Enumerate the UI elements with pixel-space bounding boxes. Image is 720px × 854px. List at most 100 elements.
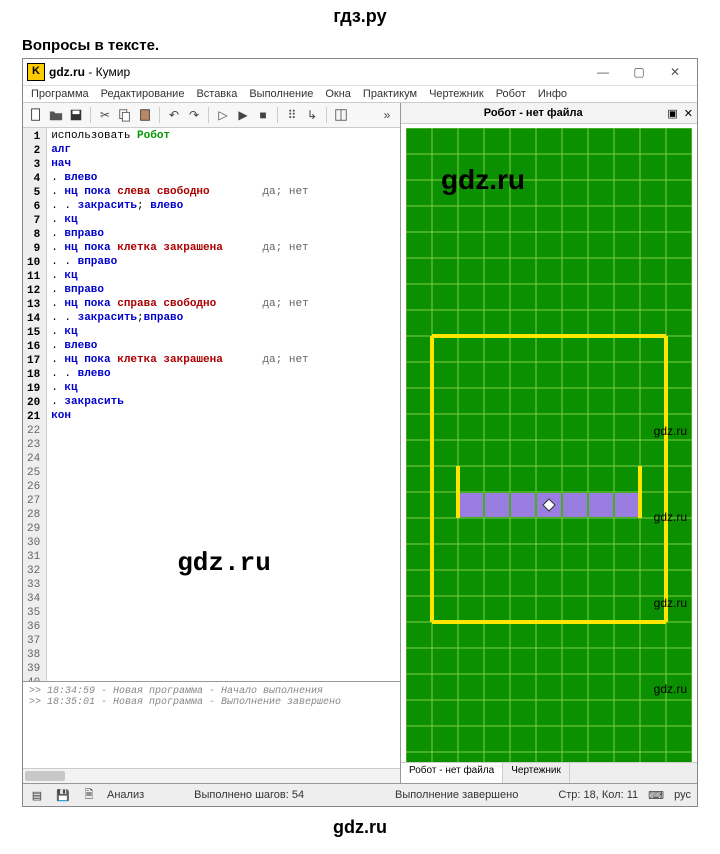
code-line[interactable]: . кц bbox=[51, 214, 396, 228]
redo-icon[interactable]: ↷ bbox=[185, 106, 203, 124]
line-number: 1 bbox=[27, 130, 40, 144]
statusbar: ▤ 💾 🗎 Анализ Выполнено шагов: 54 Выполне… bbox=[23, 783, 697, 806]
code-line[interactable]: . закрасить bbox=[51, 396, 396, 410]
code-line[interactable] bbox=[51, 620, 396, 634]
code-line[interactable]: . вправо bbox=[51, 284, 396, 298]
code-line[interactable] bbox=[51, 592, 396, 606]
code-line[interactable]: . нц пока клетка закрашена да; нет bbox=[51, 242, 396, 256]
output-console[interactable]: >> 18:34:59 - Новая программа - Начало в… bbox=[23, 681, 400, 768]
code-line[interactable] bbox=[51, 578, 396, 592]
run-fast-icon[interactable]: ▶ bbox=[234, 106, 252, 124]
paste-icon[interactable] bbox=[136, 106, 154, 124]
cut-icon[interactable]: ✂ bbox=[96, 106, 114, 124]
pane-tab[interactable]: Чертежник bbox=[503, 763, 570, 783]
code-line[interactable] bbox=[51, 648, 396, 662]
step-icon[interactable]: ⠿ bbox=[283, 106, 301, 124]
line-number: 39 bbox=[27, 662, 40, 676]
code-line[interactable] bbox=[51, 508, 396, 522]
line-number: 16 bbox=[27, 340, 40, 354]
separator bbox=[159, 107, 160, 123]
code-line[interactable] bbox=[51, 634, 396, 648]
line-number: 26 bbox=[27, 480, 40, 494]
line-number: 35 bbox=[27, 606, 40, 620]
code-line[interactable] bbox=[51, 466, 396, 480]
right-pane-tabs: Робот - нет файлаЧертежник bbox=[401, 762, 697, 783]
code-line[interactable] bbox=[51, 550, 396, 564]
status-analysis: Анализ bbox=[107, 789, 144, 801]
new-file-icon[interactable] bbox=[27, 106, 45, 124]
code-line[interactable]: . кц bbox=[51, 270, 396, 284]
code-line[interactable] bbox=[51, 452, 396, 466]
code-line[interactable]: . кц bbox=[51, 382, 396, 396]
pane-close-icon[interactable]: ✕ bbox=[684, 107, 693, 120]
page-top-brand: гдз.ру bbox=[0, 0, 720, 33]
editor-horizontal-scrollbar[interactable] bbox=[23, 768, 400, 783]
window-close-button[interactable]: ✕ bbox=[657, 61, 693, 83]
status-steps: Выполнено шагов: 54 bbox=[194, 789, 304, 801]
menu-item[interactable]: Редактирование bbox=[101, 88, 185, 100]
code-line[interactable]: . вправо bbox=[51, 228, 396, 242]
code-line[interactable]: кон bbox=[51, 410, 396, 424]
code-line[interactable]: . . вправо bbox=[51, 256, 396, 270]
code-line[interactable]: . влево bbox=[51, 340, 396, 354]
menu-item[interactable]: Инфо bbox=[538, 88, 567, 100]
code-line[interactable]: использовать Робот bbox=[51, 130, 396, 144]
code-line[interactable] bbox=[51, 536, 396, 550]
menu-item[interactable]: Вставка bbox=[196, 88, 237, 100]
code-line[interactable]: . . закрасить; влево bbox=[51, 200, 396, 214]
copy-icon[interactable] bbox=[116, 106, 134, 124]
menu-item[interactable]: Программа bbox=[31, 88, 89, 100]
code-line[interactable] bbox=[51, 676, 396, 681]
code-line[interactable]: . . закрасить;вправо bbox=[51, 312, 396, 326]
toggle-panel-icon[interactable] bbox=[332, 106, 350, 124]
save-file-icon[interactable] bbox=[67, 106, 85, 124]
code-line[interactable] bbox=[51, 424, 396, 438]
menu-item[interactable]: Чертежник bbox=[429, 88, 484, 100]
code-line[interactable]: . нц пока справа свободно да; нет bbox=[51, 298, 396, 312]
code-line[interactable]: нач bbox=[51, 158, 396, 172]
page-bottom-brand: gdz.ru bbox=[0, 811, 720, 844]
window-maximize-button[interactable]: ▢ bbox=[621, 61, 657, 83]
keyboard-icon[interactable]: ⌨ bbox=[648, 787, 664, 803]
code-line[interactable]: алг bbox=[51, 144, 396, 158]
stop-icon[interactable]: ■ bbox=[254, 106, 272, 124]
code-editor[interactable]: 1234567891011121314151617181920212223242… bbox=[23, 128, 400, 681]
console-line: >> 18:34:59 - Новая программа - Начало в… bbox=[29, 686, 394, 697]
step-over-icon[interactable]: ↳ bbox=[303, 106, 321, 124]
status-console-icon[interactable]: ▤ bbox=[29, 787, 45, 803]
code-line[interactable] bbox=[51, 662, 396, 676]
window-minimize-button[interactable]: — bbox=[585, 61, 621, 83]
line-number: 37 bbox=[27, 634, 40, 648]
status-doc-icon[interactable]: 🗎 bbox=[81, 787, 97, 803]
scrollbar-thumb[interactable] bbox=[25, 771, 65, 781]
code-line[interactable]: . влево bbox=[51, 172, 396, 186]
code-line[interactable] bbox=[51, 480, 396, 494]
line-number: 14 bbox=[27, 312, 40, 326]
code-line[interactable] bbox=[51, 564, 396, 578]
right-pane: Робот - нет файла ▣ ✕ gdz.ru gdz.ru gdz.… bbox=[401, 103, 697, 783]
code-line[interactable] bbox=[51, 438, 396, 452]
menu-item[interactable]: Окна bbox=[325, 88, 351, 100]
popout-icon[interactable]: ▣ bbox=[667, 107, 677, 120]
left-pane: ✂ ↶ ↷ ▷ ▶ ■ ⠿ ↳ » 1234567891011121314151… bbox=[23, 103, 401, 783]
code-line[interactable]: . нц пока слева свободно да; нет bbox=[51, 186, 396, 200]
robot-canvas-area: gdz.ru gdz.ru gdz.ru gdz.ru gdz.ru bbox=[401, 124, 697, 762]
status-save-icon[interactable]: 💾 bbox=[55, 787, 71, 803]
code-line[interactable]: . . влево bbox=[51, 368, 396, 382]
menu-item[interactable]: Выполнение bbox=[249, 88, 313, 100]
menu-item[interactable]: Практикум bbox=[363, 88, 417, 100]
run-icon[interactable]: ▷ bbox=[214, 106, 232, 124]
line-number: 38 bbox=[27, 648, 40, 662]
undo-icon[interactable]: ↶ bbox=[165, 106, 183, 124]
code-line[interactable]: . кц bbox=[51, 326, 396, 340]
code-line[interactable]: . нц пока клетка закрашена да; нет bbox=[51, 354, 396, 368]
toolbar-more-button[interactable]: » bbox=[378, 106, 396, 124]
pane-tab[interactable]: Робот - нет файла bbox=[401, 763, 503, 783]
code-body[interactable]: gdz.ru использовать Роботалгнач. влево. … bbox=[47, 128, 400, 681]
code-line[interactable] bbox=[51, 606, 396, 620]
code-line[interactable] bbox=[51, 494, 396, 508]
code-line[interactable] bbox=[51, 522, 396, 536]
open-file-icon[interactable] bbox=[47, 106, 65, 124]
line-number: 31 bbox=[27, 550, 40, 564]
menu-item[interactable]: Робот bbox=[496, 88, 526, 100]
